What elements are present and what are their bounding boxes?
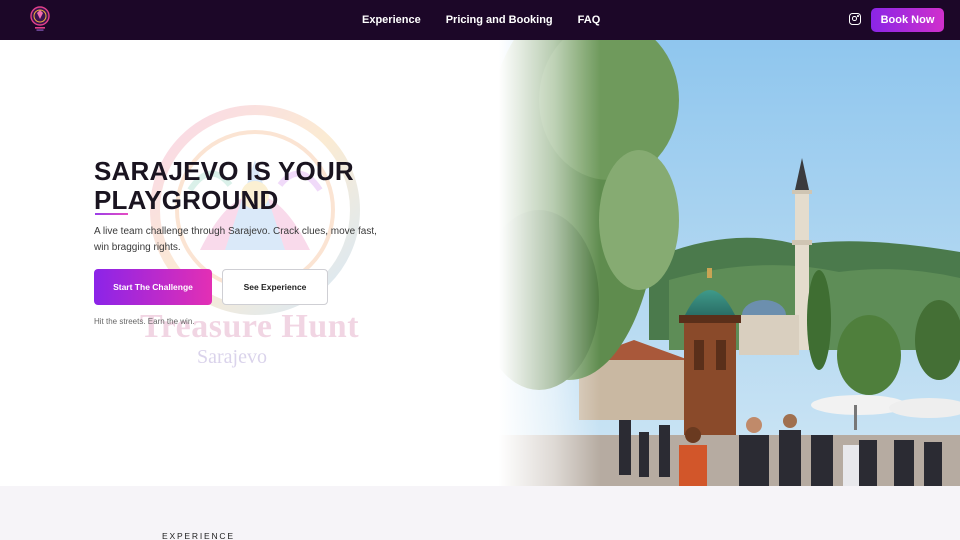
hero-tagline: Hit the streets. Earn the win. (94, 317, 195, 326)
instagram-icon[interactable] (849, 13, 861, 25)
experience-eyebrow: EXPERIENCE (162, 531, 235, 540)
hero-title-line2: PLAYGROUND (94, 185, 279, 215)
hero-section: Treasure Hunt Sarajevo SARAJEVO IS YOUR … (0, 40, 960, 486)
sarajevo-hero-photo (499, 40, 960, 486)
hero-subtitle: A live team challenge through Sarajevo. … (94, 226, 377, 253)
nav-link-pricing-booking[interactable]: Pricing and Booking (446, 14, 553, 26)
main-nav: Experience Pricing and Booking FAQ (362, 0, 600, 40)
book-now-button[interactable]: Book Now (871, 8, 944, 32)
nav-link-experience[interactable]: Experience (362, 14, 421, 26)
top-navbar: Experience Pricing and Booking FAQ Book … (0, 0, 960, 40)
watermark-title: Treasure Hunt (140, 308, 360, 345)
hero-title-line1: SARAJEVO IS YOUR (94, 156, 354, 186)
start-challenge-button[interactable]: Start The Challenge (94, 269, 212, 305)
see-experience-button[interactable]: See Experience (222, 269, 328, 305)
nav-link-faq[interactable]: FAQ (578, 14, 601, 26)
hero-title: SARAJEVO IS YOUR PLAYGROUND (94, 157, 354, 215)
watermark-subtitle: Sarajevo (197, 346, 267, 368)
experience-section: EXPERIENCE (0, 486, 960, 540)
treasure-hunt-logo[interactable] (29, 6, 51, 32)
title-accent-underline (95, 213, 128, 215)
